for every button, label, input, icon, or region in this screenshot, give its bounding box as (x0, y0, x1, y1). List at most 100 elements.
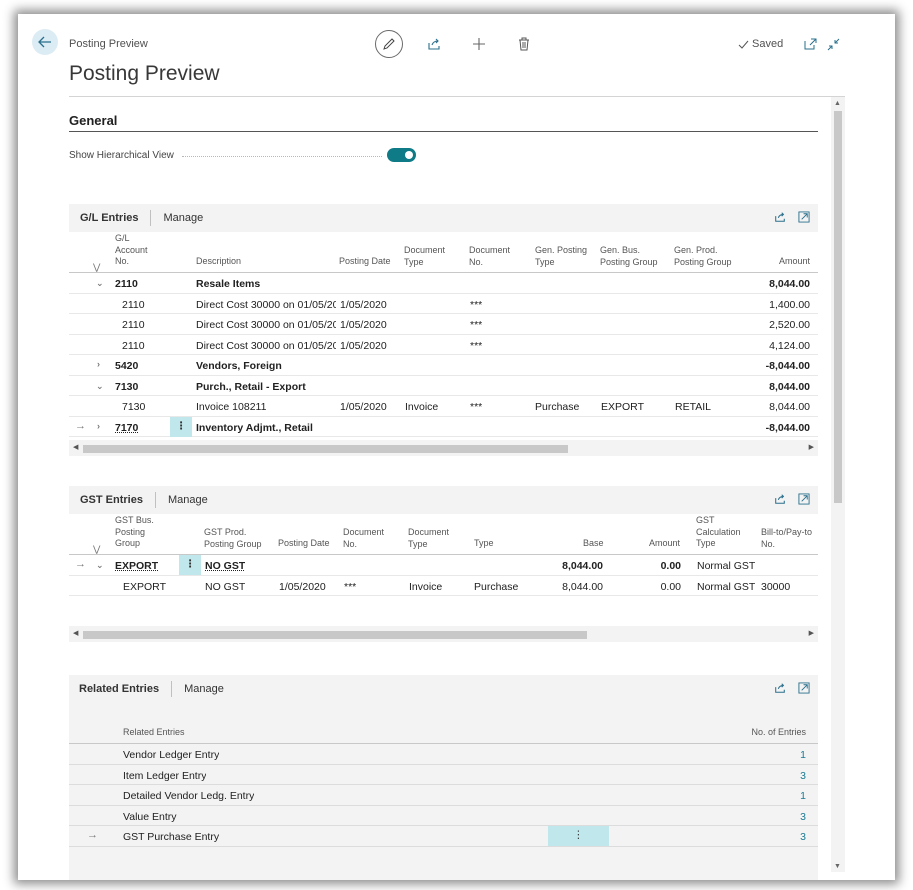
col-bill-to-1[interactable]: Bill-to/Pay-to (761, 527, 812, 537)
col-calc-type-1[interactable]: GST (696, 515, 715, 525)
share-button[interactable] (424, 31, 444, 57)
gst-horizontal-scrollbar[interactable]: ◀ ▶ (69, 626, 818, 642)
col-gst-prod-1[interactable]: GST Prod. (204, 527, 246, 537)
share-icon[interactable] (774, 493, 786, 505)
col-calc-type-2[interactable]: Calculation (696, 527, 741, 537)
list-item[interactable]: Value Entry 3 (69, 806, 818, 826)
share-icon[interactable] (774, 682, 786, 694)
col-type[interactable]: Type (474, 538, 494, 550)
chevron-down-icon[interactable]: ⌄ (96, 381, 104, 392)
col-gen-posting-type-2[interactable]: Type (535, 257, 555, 267)
collapse-button[interactable] (824, 31, 842, 57)
edit-button[interactable] (375, 30, 403, 58)
col-gen-prod-group-2[interactable]: Posting Group (674, 257, 732, 267)
row-actions-button[interactable]: ⋮ (179, 555, 201, 575)
col-gen-prod-group-1[interactable]: Gen. Prod. (674, 245, 718, 255)
new-button[interactable] (469, 31, 489, 57)
col-gst-prod-2[interactable]: Posting Group (204, 539, 262, 549)
col-document-no-2[interactable]: No. (469, 257, 483, 267)
list-item[interactable]: Item Ledger Entry 3 (69, 765, 818, 785)
col-gen-posting-type-1[interactable]: Gen. Posting (535, 245, 587, 255)
list-item[interactable]: Vendor Ledger Entry 1 (69, 744, 818, 765)
gl-horizontal-scrollbar[interactable]: ◀ ▶ (69, 440, 818, 456)
col-document-type-1[interactable]: Document (404, 245, 445, 255)
col-amount[interactable]: Amount (779, 256, 810, 268)
col-posting-date[interactable]: Posting Date (278, 538, 330, 550)
col-description[interactable]: Description (196, 256, 241, 268)
gst-entries-title[interactable]: GST Entries (80, 494, 143, 506)
col-document-no-1[interactable]: Document (469, 245, 510, 255)
chevron-right-icon[interactable]: › (97, 421, 100, 431)
col-gl-account-1[interactable]: G/L (115, 233, 130, 243)
delete-button[interactable] (514, 31, 534, 57)
table-row-selected[interactable]: → › 7170 ⋮ Inventory Adjmt., Retail -8,0… (69, 416, 818, 437)
table-row[interactable]: EXPORT NO GST 1/05/2020 *** Invoice Purc… (69, 576, 818, 596)
row-actions-button[interactable]: ⋮ (548, 826, 609, 846)
related-manage-button[interactable]: Manage (184, 683, 224, 695)
col-gl-account-3[interactable]: No. (115, 256, 129, 266)
page-content: General Show Hierarchical View G/L Entri… (69, 97, 845, 880)
col-bill-to-2[interactable]: No. (761, 539, 775, 549)
col-gl-account-2[interactable]: Account (115, 245, 148, 255)
table-row[interactable]: 7130 Invoice 108211 1/05/2020 Invoice **… (69, 396, 818, 417)
arrow-left-icon (38, 36, 51, 48)
table-row[interactable]: 2110 Direct Cost 30000 on 01/05/20 1/05/… (69, 314, 818, 335)
table-row[interactable]: 2110 Direct Cost 30000 on 01/05/20 1/05/… (69, 294, 818, 314)
list-item[interactable]: Detailed Vendor Ledg. Entry 1 (69, 785, 818, 806)
col-gen-bus-group-2[interactable]: Posting Group (600, 257, 658, 267)
col-document-no-2[interactable]: No. (343, 539, 357, 549)
cell-entry-name: Value Entry (123, 810, 177, 823)
cell-entry-count[interactable]: 3 (800, 770, 806, 782)
back-button[interactable] (32, 29, 58, 55)
cell-entry-count[interactable]: 1 (800, 749, 806, 761)
page-vertical-scrollbar[interactable]: ▲ ▼ (831, 97, 845, 872)
general-section-title[interactable]: General (69, 113, 117, 128)
expand-icon[interactable] (798, 211, 810, 223)
list-item-selected[interactable]: → GST Purchase Entry ⋮ 3 (69, 826, 818, 847)
related-entries-title[interactable]: Related Entries (79, 683, 159, 695)
col-document-type-2[interactable]: Type (408, 539, 428, 549)
col-no-of-entries[interactable]: No. of Entries (751, 727, 806, 739)
col-gst-bus-3[interactable]: Group (115, 538, 140, 548)
table-row[interactable]: ⌄ 7130 Purch., Retail - Export 8,044.00 (69, 376, 818, 396)
cell-base: 8,044.00 (562, 560, 603, 572)
gl-manage-button[interactable]: Manage (163, 212, 203, 224)
table-row[interactable]: ⌄ 2110 Resale Items 8,044.00 (69, 273, 818, 294)
collapse-all-icon[interactable]: ⋁ (93, 262, 100, 274)
cell-gst-bus: EXPORT (123, 580, 166, 593)
col-document-no-1[interactable]: Document (343, 527, 384, 537)
cell-account-link[interactable]: 7170 (115, 422, 138, 434)
share-icon[interactable] (774, 211, 786, 223)
table-row[interactable]: › 5420 Vendors, Foreign -8,044.00 (69, 355, 818, 376)
col-gst-bus-1[interactable]: GST Bus. (115, 515, 154, 525)
chevron-down-icon[interactable]: ⌄ (96, 560, 104, 571)
col-related-entries[interactable]: Related Entries (123, 727, 185, 739)
pencil-icon (383, 38, 395, 50)
expand-icon[interactable] (798, 682, 810, 694)
chevron-down-icon[interactable]: ⌄ (96, 278, 104, 289)
col-posting-date[interactable]: Posting Date (339, 256, 391, 268)
cell-entry-count[interactable]: 3 (800, 831, 806, 843)
table-row-selected[interactable]: → ⌄ EXPORT ⋮ NO GST 8,044.00 0.00 Normal… (69, 555, 818, 576)
expand-icon[interactable] (798, 493, 810, 505)
col-calc-type-3[interactable]: Type (696, 538, 716, 548)
cell-entry-count[interactable]: 3 (800, 811, 806, 823)
collapse-all-icon[interactable]: ⋁ (93, 544, 100, 556)
col-gen-bus-group-1[interactable]: Gen. Bus. (600, 245, 640, 255)
table-row[interactable]: 2110 Direct Cost 30000 on 01/05/20 1/05/… (69, 335, 818, 355)
gst-manage-button[interactable]: Manage (168, 494, 208, 506)
col-gst-bus-2[interactable]: Posting (115, 527, 145, 537)
col-base[interactable]: Base (583, 538, 604, 550)
cell-entry-count[interactable]: 1 (800, 790, 806, 802)
gl-entries-title[interactable]: G/L Entries (80, 212, 138, 224)
col-document-type-2[interactable]: Type (404, 257, 424, 267)
cell-account: 7130 (115, 380, 139, 393)
cell-gst-prod-link[interactable]: NO GST (205, 560, 245, 572)
col-amount[interactable]: Amount (649, 538, 680, 550)
chevron-right-icon[interactable]: › (97, 359, 100, 369)
row-actions-button[interactable]: ⋮ (170, 416, 192, 437)
open-new-window-button[interactable] (801, 31, 819, 57)
cell-gst-bus-link[interactable]: EXPORT (115, 560, 158, 572)
col-document-type-1[interactable]: Document (408, 527, 449, 537)
show-hierarchical-view-toggle[interactable] (387, 148, 416, 162)
